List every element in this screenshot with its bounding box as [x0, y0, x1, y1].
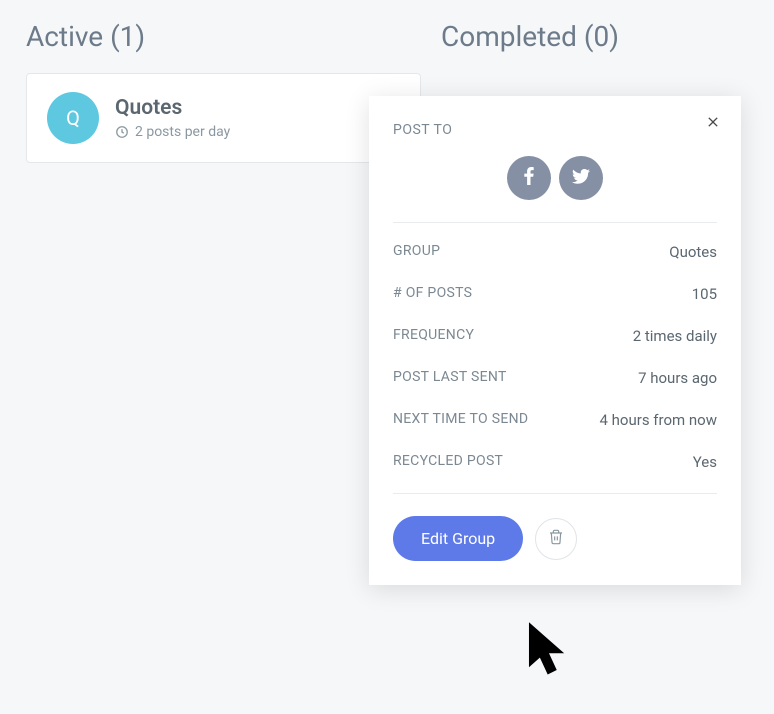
detail-value: 105 [692, 285, 717, 303]
facebook-button[interactable] [507, 156, 551, 200]
detail-row-posts: # OF POSTS 105 [393, 273, 717, 315]
group-detail-popup: POST TO GROUP Quotes # OF POSTS 105 [369, 96, 741, 585]
trash-icon [548, 529, 564, 549]
edit-group-button[interactable]: Edit Group [393, 516, 523, 561]
detail-row-group: GROUP Quotes [393, 231, 717, 273]
cursor-icon [527, 621, 569, 683]
facebook-icon [524, 167, 534, 189]
completed-header: Completed (0) [441, 20, 748, 53]
detail-row-next-send: NEXT TIME TO SEND 4 hours from now [393, 399, 717, 441]
detail-label: POST LAST SENT [393, 369, 507, 385]
twitter-button[interactable] [559, 156, 603, 200]
detail-list: GROUP Quotes # OF POSTS 105 FREQUENCY 2 … [393, 223, 717, 493]
detail-row-frequency: FREQUENCY 2 times daily [393, 315, 717, 357]
close-button[interactable] [705, 114, 721, 134]
active-column: Active (1) Q Quotes 2 posts per day [26, 20, 421, 163]
detail-row-last-sent: POST LAST SENT 7 hours ago [393, 357, 717, 399]
detail-row-recycled: RECYCLED POST Yes [393, 441, 717, 483]
active-header: Active (1) [26, 20, 421, 53]
group-card[interactable]: Q Quotes 2 posts per day [26, 73, 421, 163]
delete-button[interactable] [535, 518, 577, 560]
actions-row: Edit Group [393, 494, 717, 561]
card-title: Quotes [115, 96, 230, 120]
card-content: Quotes 2 posts per day [115, 96, 230, 140]
twitter-icon [572, 169, 590, 188]
detail-value: 2 times daily [633, 327, 717, 345]
card-subtitle-text: 2 posts per day [135, 124, 230, 140]
clock-icon [115, 125, 129, 139]
detail-label: RECYCLED POST [393, 453, 503, 469]
detail-value: 7 hours ago [638, 369, 717, 387]
detail-value: Quotes [669, 243, 717, 261]
social-row [393, 156, 717, 200]
detail-label: FREQUENCY [393, 327, 474, 343]
detail-value: Yes [693, 453, 717, 471]
detail-value: 4 hours from now [600, 411, 717, 429]
avatar: Q [47, 92, 99, 144]
card-subtitle: 2 posts per day [115, 124, 230, 140]
detail-label: NEXT TIME TO SEND [393, 411, 528, 427]
detail-label: GROUP [393, 243, 440, 259]
detail-label: # OF POSTS [393, 285, 472, 301]
post-to-label: POST TO [393, 122, 717, 138]
